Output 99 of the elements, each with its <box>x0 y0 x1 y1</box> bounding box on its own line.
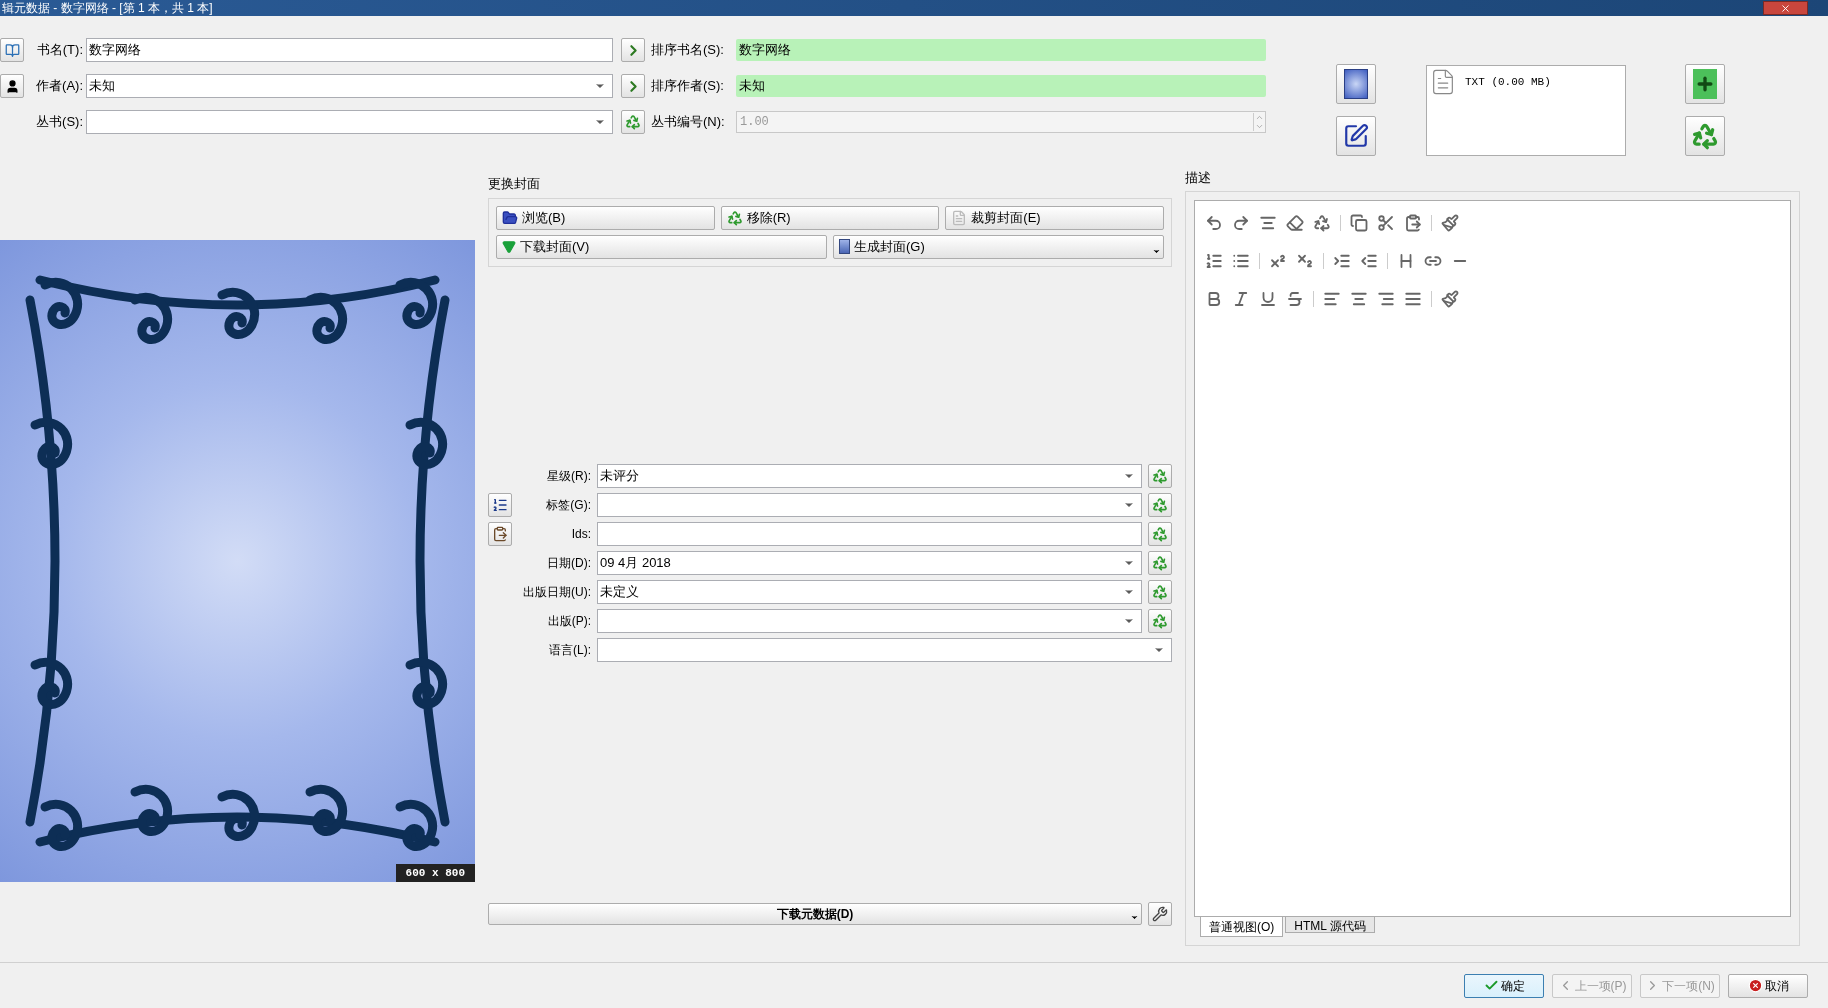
person-button[interactable] <box>0 74 24 98</box>
field-label: 丛书编号(N): <box>651 113 726 132</box>
recycle-icon[interactable] <box>1313 213 1331 232</box>
recycle-icon <box>625 114 641 130</box>
underline-icon[interactable] <box>1259 289 1277 308</box>
paste-icon[interactable] <box>1404 213 1422 232</box>
combo-box[interactable]: 未知 <box>86 74 613 98</box>
field-label: 出版日期(U): <box>522 583 591 601</box>
download-metadata-button[interactable]: 下载元数据(D) <box>488 903 1142 925</box>
book-button[interactable] <box>0 38 24 62</box>
scissors-icon[interactable] <box>1377 213 1395 232</box>
reset-button[interactable] <box>1148 492 1172 517</box>
cover-button[interactable]: 裁剪封面(E) <box>945 205 1164 230</box>
close-icon <box>1780 2 1791 14</box>
copy-arrow-button[interactable] <box>621 38 645 62</box>
recycle-icon <box>1152 467 1168 484</box>
sort-field[interactable]: 未知 <box>736 75 1266 97</box>
field-label: 语言(L): <box>548 641 591 659</box>
editor-tab[interactable]: HTML 源代码 <box>1285 917 1375 933</box>
group-title: 描述 <box>1185 169 1212 187</box>
spin-arrows-icon <box>1253 113 1265 131</box>
undo-icon[interactable] <box>1205 213 1223 232</box>
copy-icon[interactable] <box>1350 213 1368 232</box>
field-value: 09 4月 2018 <box>599 553 672 572</box>
combo-box[interactable]: 未评分 <box>597 463 1142 488</box>
text-field[interactable] <box>597 521 1142 546</box>
cover-button[interactable]: 下载封面(V) <box>496 234 827 259</box>
settings-button[interactable] <box>1148 902 1172 926</box>
pencil-icon <box>1343 123 1369 149</box>
field-label: 星级(R): <box>546 467 591 485</box>
group-title: 更换封面 <box>488 175 541 193</box>
recycle-icon <box>1691 122 1719 150</box>
numbered-list-icon <box>492 496 508 513</box>
dropdown-icon <box>1130 913 1139 922</box>
field-label: Ids: <box>570 525 591 543</box>
field-label: 排序书名(S): <box>651 41 725 60</box>
clipboard-icon <box>492 525 508 542</box>
book-icon <box>4 42 20 58</box>
cover-icon <box>1344 69 1368 99</box>
cover-button[interactable]: 生成封面(G) <box>833 234 1164 259</box>
reset-button[interactable] <box>1148 521 1172 546</box>
field-label: 排序作者(S): <box>651 77 725 96</box>
editor-tab[interactable]: 普通视图(O) <box>1200 917 1284 937</box>
remove-format-button[interactable] <box>1685 116 1725 156</box>
cancel-icon <box>1747 978 1763 993</box>
strikethrough-icon[interactable] <box>1286 289 1304 308</box>
field-value: 未知 <box>88 77 116 96</box>
combo-box[interactable]: 09 4月 2018 <box>597 550 1142 575</box>
recycle-icon <box>1152 525 1168 542</box>
cover-icon <box>839 239 850 254</box>
paste-button[interactable] <box>488 521 512 546</box>
numbered-list-icon[interactable] <box>1205 251 1223 270</box>
reset-button[interactable] <box>621 110 645 134</box>
cover-button[interactable]: 浏览(B) <box>496 205 715 230</box>
folder-icon <box>502 209 518 226</box>
field-label: 书名(T): <box>35 41 84 60</box>
field-label: 作者(A): <box>35 77 84 96</box>
recycle-icon <box>1152 612 1168 629</box>
field-value: 1.00 <box>739 114 770 131</box>
field-value: 未评分 <box>599 466 640 485</box>
field-label: 标签(G): <box>545 496 591 514</box>
redo-icon[interactable] <box>1232 213 1250 232</box>
dialog-button[interactable]: 取消 <box>1728 973 1808 998</box>
field-label: 丛书(S): <box>35 113 84 132</box>
page-icon <box>951 209 968 226</box>
check-icon <box>1483 978 1499 993</box>
brush-icon[interactable] <box>1441 289 1459 308</box>
add-format-button[interactable] <box>1685 64 1725 104</box>
format-item[interactable]: TXT (0.00 MB) <box>1429 68 1623 96</box>
reset-button[interactable] <box>1148 463 1172 488</box>
recycle-icon <box>1152 583 1168 600</box>
book-plus-icon <box>1693 69 1717 99</box>
field-value: 未定义 <box>599 582 640 601</box>
dialog-button[interactable]: 确定 <box>1464 973 1544 998</box>
combo-box[interactable]: 未定义 <box>597 579 1142 604</box>
down-triangle-icon <box>502 239 516 254</box>
edit-button[interactable] <box>1336 116 1376 156</box>
person-icon <box>4 78 20 94</box>
list-button[interactable] <box>488 492 512 517</box>
italic-icon[interactable] <box>1232 289 1250 308</box>
reset-button[interactable] <box>1148 608 1172 633</box>
eraser-icon[interactable] <box>1286 213 1304 232</box>
reset-button[interactable] <box>1148 579 1172 604</box>
reset-button[interactable] <box>1148 550 1172 575</box>
recycle-icon <box>1152 496 1168 513</box>
text-field[interactable]: 数字网络 <box>86 38 613 62</box>
close-button[interactable] <box>1763 1 1808 15</box>
cover-button[interactable]: 移除(R) <box>720 205 940 230</box>
paintbrush-icon[interactable] <box>1441 213 1459 232</box>
field-label: 出版(P): <box>546 612 591 630</box>
recycle-icon <box>1152 554 1168 571</box>
tools-icon <box>1152 906 1168 922</box>
field-label: 日期(D): <box>546 554 591 572</box>
recycle-icon <box>726 209 743 226</box>
cover-thumbnail-button[interactable] <box>1336 64 1376 104</box>
image-size-label: 600 x 800 <box>395 863 475 882</box>
copy-arrow-button[interactable] <box>621 74 645 98</box>
sort-field[interactable]: 数字网络 <box>736 39 1266 61</box>
window-title: 辑元数据 - 数字网络 - [第 1 本，共 1 本] <box>1 2 214 14</box>
